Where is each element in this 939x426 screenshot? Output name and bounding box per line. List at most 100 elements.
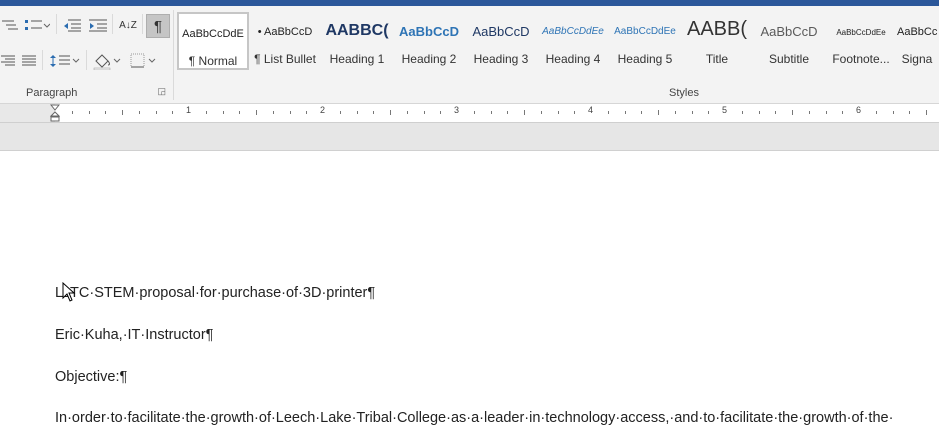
- ribbon: A↓Z ¶ Paragraph ◲ AaBbCcDdE ¶ Normal • AaB…: [0, 6, 939, 104]
- ruler-tick: [373, 111, 375, 114]
- document-title-line[interactable]: LLTC·STEM·proposal·for·purchase·of·3D·pr…: [55, 285, 375, 301]
- ruler-tick: [507, 111, 509, 114]
- horizontal-ruler[interactable]: 1 2 3 4 5 6: [0, 104, 939, 123]
- group-divider: [173, 10, 174, 100]
- ruler-tick: [926, 110, 927, 115]
- ruler-tick: [406, 111, 408, 114]
- ruler-tick: [122, 110, 123, 115]
- sort-button[interactable]: A↓Z: [116, 14, 140, 36]
- increase-indent-icon: [89, 19, 107, 32]
- ruler-tick: [272, 111, 274, 114]
- ruler-tick: [624, 111, 626, 114]
- style-normal[interactable]: AaBbCcDdE ¶ Normal: [177, 12, 249, 70]
- paint-bucket-icon: [93, 54, 121, 70]
- mouse-cursor-icon: [62, 282, 76, 302]
- style-subtitle[interactable]: AaBbCcD Subtitle: [753, 12, 825, 70]
- ruler-number: 6: [856, 105, 862, 115]
- ruler-number: 1: [186, 105, 192, 115]
- ruler-tick: [674, 111, 676, 114]
- style-name: ¶ List Bullet: [254, 52, 316, 66]
- style-title[interactable]: AABB( Title: [681, 12, 753, 70]
- ruler-number: 3: [454, 105, 460, 115]
- ruler-tick: [339, 111, 341, 114]
- increase-indent-button[interactable]: [86, 14, 110, 36]
- style-preview: AaBbCcD: [399, 24, 459, 39]
- ruler-tick: [172, 111, 174, 114]
- document-objective-heading[interactable]: Objective:¶: [55, 369, 127, 385]
- style-heading-2[interactable]: AaBbCcD Heading 2: [393, 12, 465, 70]
- ruler-tick: [423, 111, 425, 114]
- style-name: ¶ Normal: [188, 54, 238, 68]
- style-name: Heading 1: [329, 52, 385, 66]
- align-right-button[interactable]: [0, 50, 16, 72]
- document-page[interactable]: LLTC·STEM·proposal·for·purchase·of·3D·pr…: [0, 151, 939, 426]
- borders-icon: [130, 53, 156, 68]
- ruler-tick: [775, 111, 777, 114]
- style-heading-1[interactable]: AABBC( Heading 1: [321, 12, 393, 70]
- multilevel-list-button[interactable]: [0, 14, 22, 36]
- ruler-tick: [808, 111, 810, 114]
- ruler-tick: [892, 111, 894, 114]
- style-footnote[interactable]: AaBbCcDdEe Footnote...: [825, 12, 897, 70]
- style-preview: AaBbCcD: [472, 24, 530, 39]
- ruler-tick: [741, 111, 743, 114]
- style-preview: • AaBbCcD: [257, 26, 313, 38]
- style-heading-4[interactable]: AaBbCcDdEe Heading 4: [537, 12, 609, 70]
- divider: [42, 50, 43, 70]
- align-right-icon: [1, 55, 15, 66]
- style-list-bullet[interactable]: • AaBbCcD ¶ List Bullet: [249, 12, 321, 70]
- shading-button[interactable]: [90, 50, 124, 72]
- style-name: Title: [705, 52, 729, 66]
- ruler-tick: [691, 111, 693, 114]
- style-preview: AABB(: [686, 18, 748, 40]
- style-heading-5[interactable]: AaBbCcDdEe Heading 5: [609, 12, 681, 70]
- ruler-tick: [239, 111, 241, 114]
- style-preview: AaBbCcD: [760, 24, 818, 39]
- style-heading-3[interactable]: AaBbCcD Heading 3: [465, 12, 537, 70]
- style-name: Subtitle: [768, 52, 810, 66]
- ruler-tick: [574, 111, 576, 114]
- list-options-button[interactable]: [22, 14, 52, 36]
- style-preview: AaBbCcDdE: [182, 28, 244, 40]
- pilcrow-icon: ¶: [153, 17, 163, 35]
- paragraph-group-label: Paragraph: [26, 87, 78, 99]
- style-preview: AaBbCcDdEe: [836, 28, 886, 37]
- ruler-tick: [306, 111, 308, 114]
- ruler-tick: [155, 111, 157, 114]
- style-signa[interactable]: AaBbCcDd Signa: [897, 12, 937, 70]
- ruler-tick: [540, 111, 542, 114]
- decrease-indent-button[interactable]: [60, 14, 84, 36]
- ruler-tick: [708, 111, 710, 114]
- line-spacing-icon: [50, 55, 80, 67]
- style-name: Heading 4: [545, 52, 601, 66]
- indent-marker-icon[interactable]: [50, 104, 60, 122]
- ruler-tick: [88, 111, 90, 114]
- paragraph-dialog-launcher-icon[interactable]: ◲: [157, 86, 166, 97]
- ruler-tick: [222, 111, 224, 114]
- line-spacing-button[interactable]: [48, 50, 82, 72]
- ruler-number: 4: [588, 105, 594, 115]
- style-preview: AABBC(: [325, 22, 389, 39]
- ruler-tick: [607, 111, 609, 114]
- show-formatting-marks-button[interactable]: ¶: [146, 14, 170, 38]
- styles-group: AaBbCcDdE ¶ Normal • AaBbCcD ¶ List Bullet A…: [175, 6, 939, 103]
- ruler-tick: [356, 111, 358, 114]
- ruler-tick: [205, 111, 207, 114]
- justify-button[interactable]: [20, 50, 38, 72]
- sort-icon: A↓Z: [119, 19, 137, 31]
- borders-button[interactable]: [128, 50, 162, 72]
- divider: [86, 50, 87, 70]
- style-preview: AaBbCcDd: [897, 26, 937, 38]
- ruler-tick: [557, 111, 559, 114]
- style-preview: AaBbCcDdEe: [542, 26, 604, 37]
- style-name: Signa: [901, 52, 933, 66]
- document-author-line[interactable]: Eric·Kuha,·IT·Instructor¶: [55, 327, 213, 343]
- ruler-tick: [289, 111, 291, 114]
- document-body-line[interactable]: In·order·to·facilitate·the·growth·of·Lee…: [55, 410, 893, 426]
- ruler-tick: [842, 111, 844, 114]
- ruler-tick: [390, 110, 391, 115]
- style-name: Footnote...: [832, 52, 890, 66]
- ruler-tick: [658, 110, 659, 115]
- style-preview: AaBbCcDdEe: [614, 26, 676, 37]
- ruler-tick: [875, 111, 877, 114]
